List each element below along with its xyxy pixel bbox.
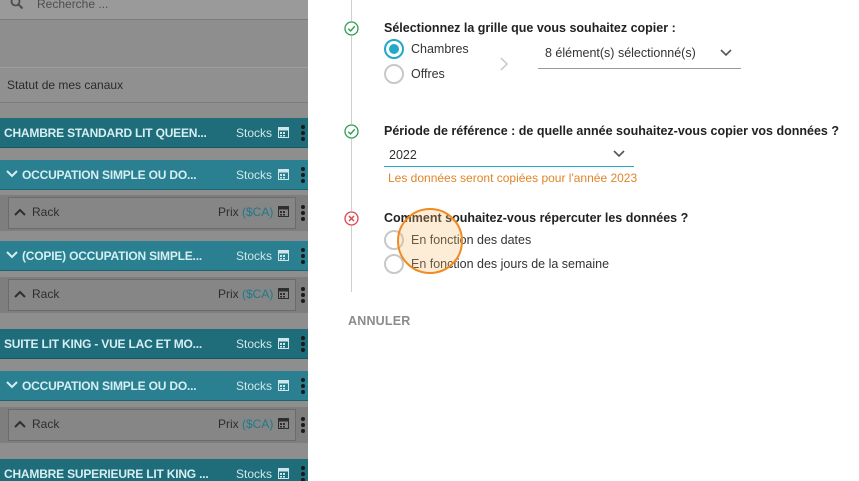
calendar-icon[interactable] [278,379,289,391]
room-row[interactable]: CHAMBRE SUPERIEURE LIT KING ... Stocks [0,459,308,481]
radio-offres[interactable] [384,64,404,84]
calendar-icon[interactable] [278,337,289,349]
check-circle-icon [344,21,359,36]
chevron-up-icon[interactable] [14,419,26,429]
check-circle-icon [344,124,359,139]
cancel-button[interactable]: ANNULER [348,314,411,328]
chevron-right-icon [500,57,508,71]
radio-chambres[interactable] [384,39,404,59]
step2-title: Période de référence : de quelle année s… [384,124,839,138]
price-label: Prix ($CA) [218,287,274,301]
search-bar[interactable]: Recherche ... [0,0,308,20]
occupancy-row[interactable]: OCCUPATION SIMPLE OU DO... Stocks [0,371,308,401]
occupancy-row[interactable]: OCCUPATION SIMPLE OU DO... Stocks [0,160,308,190]
close-circle-icon [344,211,359,226]
channel-list-panel: Recherche ... Statut de mes canaux CHAMB… [0,0,308,481]
chevron-down-icon [720,49,732,57]
stocks-label: Stocks [236,249,273,263]
chevron-down-icon[interactable] [6,169,18,179]
calendar-icon[interactable] [278,168,289,180]
selection-dropdown[interactable]: 8 élément(s) sélectionné(s) [538,40,741,69]
chevron-down-icon[interactable] [6,250,18,260]
price-label: Prix ($CA) [218,417,274,431]
more-vert-icon[interactable] [300,378,306,394]
stocks-label: Stocks [236,379,273,393]
occupancy-title: OCCUPATION SIMPLE OU DO... [22,379,197,393]
selection-value: 8 élément(s) sélectionné(s) [545,46,696,60]
more-vert-icon[interactable] [300,466,306,481]
rate-label: Rack [32,287,60,301]
search-placeholder: Recherche ... [37,0,109,11]
room-row[interactable]: SUITE LIT KING - VUE LAC ET MO... Stocks [0,329,308,359]
rate-label: Rack [32,205,60,219]
rate-label: Rack [32,417,60,431]
room-row[interactable]: CHAMBRE STANDARD LIT QUEEN... Stocks [0,118,308,148]
calendar-icon[interactable] [278,205,289,217]
channel-status-bar[interactable]: Statut de mes canaux [0,67,308,103]
calendar-icon[interactable] [278,126,289,138]
click-indicator [397,208,463,274]
radio-chambres-label[interactable]: Chambres [411,42,469,56]
more-vert-icon[interactable] [300,125,306,141]
chevron-up-icon[interactable] [14,207,26,217]
occupancy-title: (COPIE) OCCUPATION SIMPLE... [22,249,202,263]
rate-row[interactable]: Rack Prix ($CA) [0,407,308,443]
room-title: SUITE LIT KING - VUE LAC ET MO... [4,337,203,351]
chevron-up-icon[interactable] [14,289,26,299]
chevron-down-icon[interactable] [6,380,18,390]
stocks-label: Stocks [236,467,273,481]
more-vert-icon[interactable] [300,336,306,352]
stepper-line [351,0,352,292]
more-vert-icon[interactable] [300,205,306,221]
filter-area [0,21,308,67]
year-value: 2022 [389,148,417,162]
calendar-icon[interactable] [278,417,289,429]
more-vert-icon[interactable] [300,248,306,264]
calendar-icon[interactable] [278,249,289,261]
more-vert-icon[interactable] [300,167,306,183]
more-vert-icon[interactable] [300,417,306,433]
copy-grid-dialog: Sélectionnez la grille que vous souhaite… [308,0,859,481]
more-vert-icon[interactable] [300,287,306,303]
stocks-label: Stocks [236,126,273,140]
channel-status-label: Statut de mes canaux [7,78,124,92]
chevron-down-icon [613,150,625,158]
step1-title: Sélectionnez la grille que vous souhaite… [384,21,676,35]
calendar-icon[interactable] [278,467,289,479]
stocks-label: Stocks [236,337,273,351]
room-title: CHAMBRE SUPERIEURE LIT KING ... [4,467,209,481]
price-label: Prix ($CA) [218,205,274,219]
radio-offres-label[interactable]: Offres [411,67,445,81]
rate-row[interactable]: Rack Prix ($CA) [0,277,308,313]
occupancy-row[interactable]: (COPIE) OCCUPATION SIMPLE... Stocks [0,241,308,271]
calendar-icon[interactable] [278,287,289,299]
year-hint: Les données seront copiées pour l'année … [388,171,638,185]
rate-row[interactable]: Rack Prix ($CA) [0,195,308,231]
year-select[interactable]: 2022 [384,143,634,167]
occupancy-title: OCCUPATION SIMPLE OU DO... [22,168,197,182]
stocks-label: Stocks [236,168,273,182]
room-title: CHAMBRE STANDARD LIT QUEEN... [4,126,207,140]
search-icon [10,0,24,10]
